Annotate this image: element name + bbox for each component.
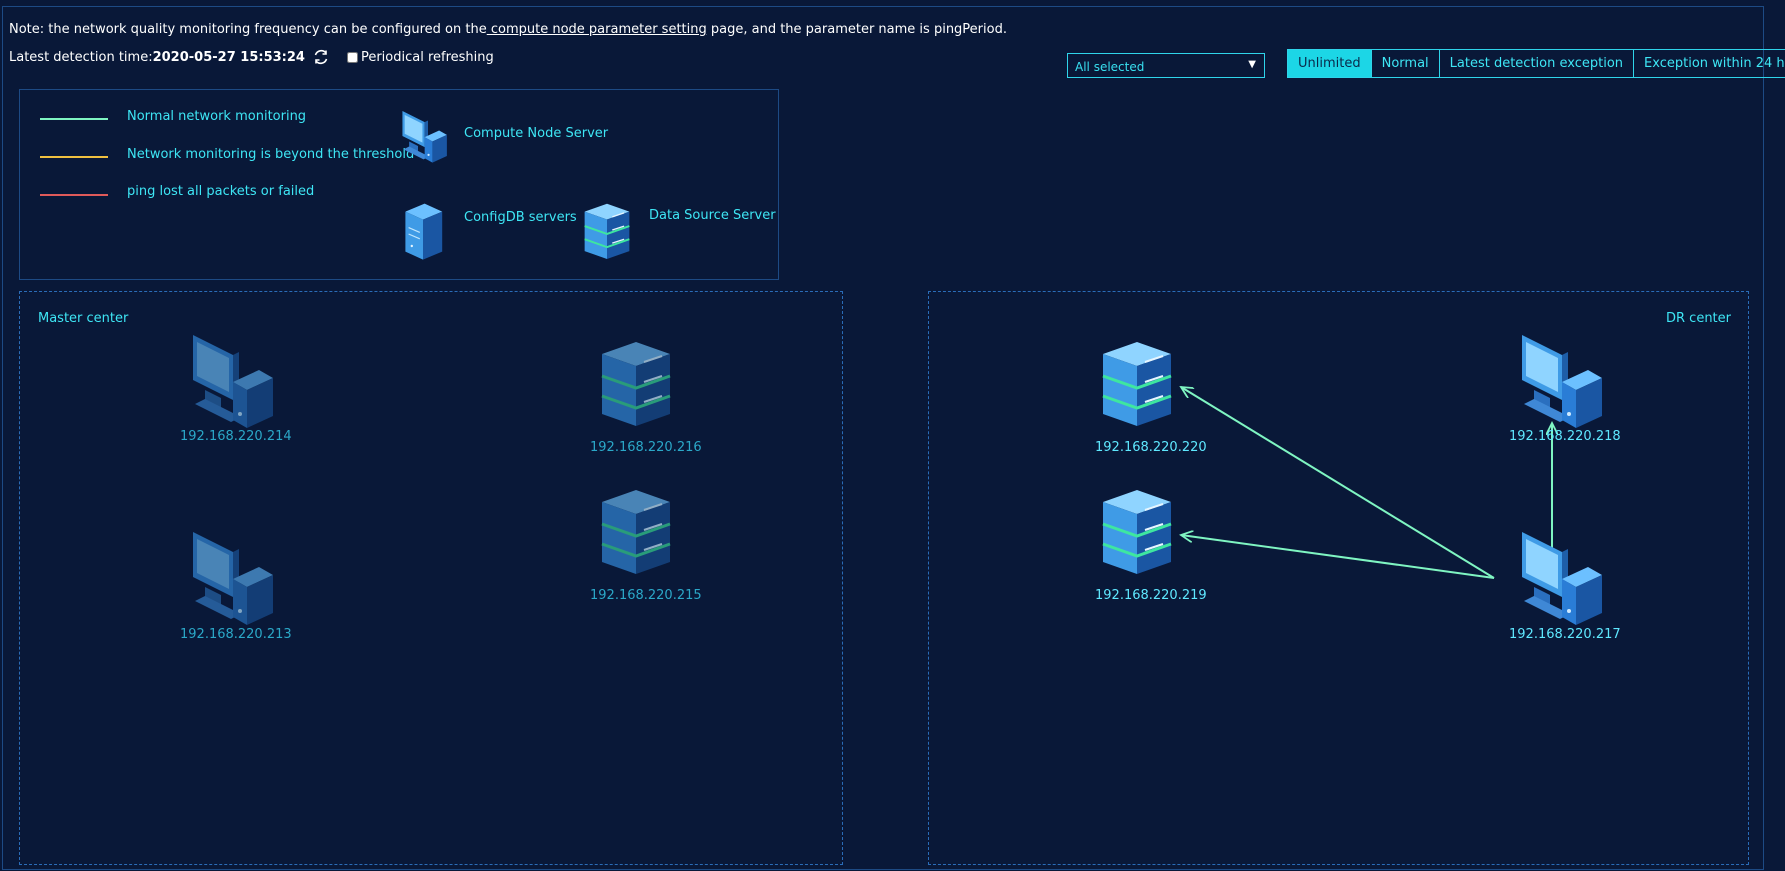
compute-node-parameter-link[interactable]: compute node parameter setting bbox=[487, 22, 707, 37]
detection-label: Latest detection time: bbox=[9, 49, 153, 65]
frequency-note: Note: the network quality monitoring fre… bbox=[9, 22, 1007, 37]
data-source-server-icon bbox=[582, 202, 632, 266]
node-ip: 192.168.220.219 bbox=[1095, 588, 1207, 603]
node-192-168-220-214[interactable] bbox=[180, 330, 280, 430]
filter-unlimited-button[interactable]: Unlimited bbox=[1288, 50, 1371, 77]
legend-configdb-label: ConfigDB servers bbox=[464, 210, 577, 225]
master-center-label: Master center bbox=[38, 311, 129, 326]
node-label-213: 192.168.220.213 bbox=[180, 627, 292, 642]
configdb-server-icon bbox=[398, 202, 448, 266]
master-center-zone: Master center bbox=[19, 291, 843, 865]
node-label-217: 192.168.220.217 bbox=[1509, 627, 1621, 642]
chevron-down-icon: ▼ bbox=[1248, 59, 1256, 70]
legend-datasource-label: Data Source Server bbox=[649, 208, 776, 223]
refresh-icon[interactable] bbox=[313, 49, 329, 65]
periodic-refresh-toggle[interactable]: Periodical refreshing bbox=[346, 49, 494, 65]
node-192-168-220-218[interactable] bbox=[1509, 330, 1609, 430]
compute-node-icon bbox=[1522, 335, 1602, 428]
threshold-line-swatch bbox=[40, 156, 108, 158]
detection-time: 2020-05-27 15:53:24 bbox=[152, 49, 305, 65]
data-source-server-icon bbox=[1102, 342, 1172, 426]
node-label-216: 192.168.220.216 bbox=[590, 440, 702, 455]
failed-line-swatch bbox=[40, 194, 108, 196]
filter-24h-exception-button[interactable]: Exception within 24 hours bbox=[1633, 50, 1785, 77]
node-192-168-220-220[interactable] bbox=[1097, 340, 1177, 430]
node-filter-select[interactable]: All selected ▼ bbox=[1067, 53, 1265, 78]
periodic-refresh-label: Periodical refreshing bbox=[360, 49, 494, 65]
filter-latest-exception-button[interactable]: Latest detection exception bbox=[1438, 50, 1633, 77]
data-source-server-icon bbox=[601, 490, 671, 574]
node-192-168-220-213[interactable] bbox=[180, 527, 280, 627]
normal-line-swatch bbox=[40, 118, 108, 120]
node-192-168-220-217[interactable] bbox=[1509, 527, 1609, 627]
legend-threshold-label: Network monitoring is beyond the thresho… bbox=[127, 147, 415, 162]
detection-row: Latest detection time: 2020-05-27 15:53:2… bbox=[9, 49, 494, 65]
node-label-218: 192.168.220.218 bbox=[1509, 429, 1621, 444]
node-ip: 192.168.220.216 bbox=[590, 440, 702, 455]
status-filter-group: Unlimited Normal Latest detection except… bbox=[1287, 49, 1785, 78]
legend-normal-label: Normal network monitoring bbox=[127, 109, 307, 124]
compute-node-icon bbox=[398, 107, 448, 169]
node-label-219: 192.168.220.219 bbox=[1095, 588, 1207, 603]
dr-center-label: DR center bbox=[1666, 311, 1731, 326]
node-192-168-220-219[interactable] bbox=[1097, 488, 1177, 578]
compute-node-icon bbox=[1522, 532, 1602, 625]
filter-normal-button[interactable]: Normal bbox=[1370, 50, 1439, 77]
node-ip: 192.168.220.213 bbox=[180, 627, 292, 642]
compute-node-icon bbox=[193, 532, 273, 625]
node-ip: 192.168.220.214 bbox=[180, 429, 292, 444]
data-source-server-icon bbox=[1102, 490, 1172, 574]
note-suffix: page, and the parameter name is pingPeri… bbox=[706, 22, 1007, 37]
node-192-168-220-215[interactable] bbox=[596, 488, 676, 578]
node-filter-value: All selected bbox=[1075, 60, 1145, 74]
node-label-220: 192.168.220.220 bbox=[1095, 440, 1207, 455]
node-ip: 192.168.220.215 bbox=[590, 588, 702, 603]
node-192-168-220-216[interactable] bbox=[596, 340, 676, 430]
node-label-215: 192.168.220.215 bbox=[590, 588, 702, 603]
node-ip: 192.168.220.218 bbox=[1509, 429, 1621, 444]
data-source-server-icon bbox=[601, 342, 671, 426]
node-ip: 192.168.220.217 bbox=[1509, 627, 1621, 642]
node-ip: 192.168.220.220 bbox=[1095, 440, 1207, 455]
legend-failed-label: ping lost all packets or failed bbox=[127, 184, 315, 199]
compute-node-icon bbox=[193, 335, 273, 428]
note-prefix: Note: the network quality monitoring fre… bbox=[9, 22, 487, 37]
legend-compute-label: Compute Node Server bbox=[464, 126, 609, 141]
periodic-refresh-checkbox[interactable] bbox=[346, 51, 358, 63]
legend-panel: Normal network monitoring Network monito… bbox=[19, 89, 779, 280]
dr-center-zone: DR center bbox=[928, 291, 1749, 865]
node-label-214: 192.168.220.214 bbox=[180, 429, 292, 444]
